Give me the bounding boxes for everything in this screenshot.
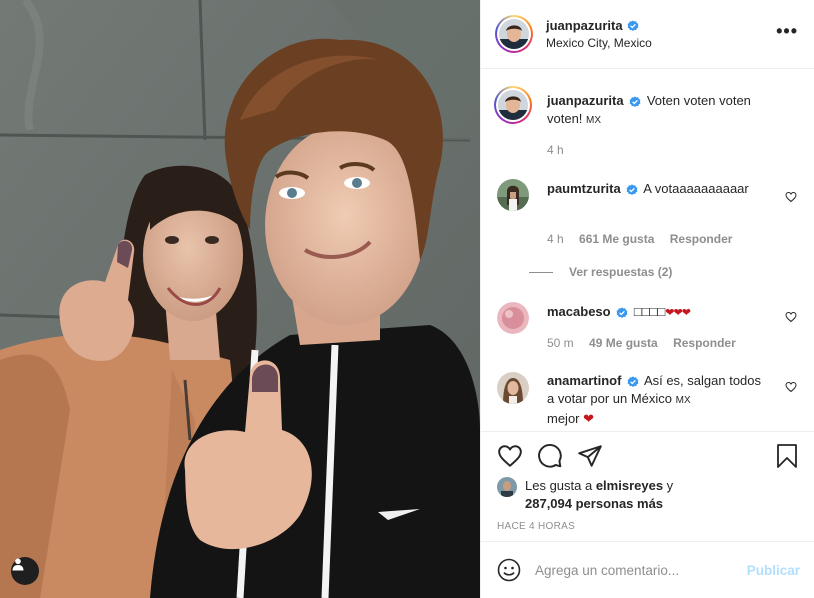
comment-text: anamartinof Así es, salgan todos a votar… bbox=[547, 372, 769, 428]
mexico-flag-icon: MX bbox=[675, 395, 691, 406]
add-comment-bar: Agrega un comentario... Publicar bbox=[481, 541, 814, 598]
add-comment-input[interactable]: Agrega un comentario... bbox=[535, 563, 679, 578]
likes-count[interactable]: 287,094 personas más bbox=[525, 496, 663, 511]
caption-time[interactable]: 4 h bbox=[547, 143, 564, 157]
comment-username[interactable]: paumtzurita bbox=[547, 181, 621, 196]
comment-body: □□□□ bbox=[633, 304, 666, 319]
caption-text: juanpazurita Voten voten voten voten! MX bbox=[547, 92, 787, 130]
tagged-users-button[interactable] bbox=[11, 557, 39, 585]
comments-list: juanpazurita Voten voten voten voten! MX… bbox=[481, 70, 814, 432]
caption-meta: 4 h bbox=[547, 143, 576, 157]
comment-body-end: mejor bbox=[547, 411, 584, 426]
comment-time[interactable]: 4 h bbox=[547, 232, 564, 246]
like-comment-heart-icon[interactable] bbox=[785, 191, 797, 203]
likes-conjunction: y bbox=[663, 478, 674, 493]
hearts-emoji: ❤❤❤ bbox=[665, 307, 691, 319]
liker-avatar[interactable] bbox=[497, 477, 517, 497]
author-username[interactable]: juanpazurita bbox=[546, 18, 623, 33]
comment-meta: 4 h 661 Me gusta Responder bbox=[547, 232, 744, 246]
verified-badge-icon bbox=[629, 95, 641, 107]
commenter-avatar-image bbox=[497, 179, 529, 211]
view-replies-label: Ver respuestas (2) bbox=[569, 265, 673, 279]
author-username-row: juanpazurita bbox=[546, 18, 639, 33]
commenter-avatar-image bbox=[497, 302, 529, 334]
post-header: juanpazurita Mexico City, Mexico ••• bbox=[481, 0, 814, 69]
like-comment-heart-icon[interactable] bbox=[785, 381, 797, 393]
reply-button[interactable]: Responder bbox=[670, 232, 733, 246]
user-icon bbox=[12, 558, 24, 571]
caption-avatar[interactable] bbox=[494, 86, 532, 124]
comment-username[interactable]: anamartinof bbox=[547, 373, 621, 388]
likes-prefix: Les gusta a bbox=[525, 478, 596, 493]
view-replies-button[interactable]: Ver respuestas (2) bbox=[529, 265, 672, 279]
save-bookmark-icon[interactable] bbox=[775, 443, 799, 469]
like-heart-icon[interactable] bbox=[497, 443, 523, 469]
author-avatar-image bbox=[499, 19, 529, 49]
post-timestamp[interactable]: HACE 4 HORAS bbox=[497, 521, 575, 532]
post-photo[interactable] bbox=[0, 0, 480, 598]
caption-username[interactable]: juanpazurita bbox=[547, 93, 624, 108]
verified-badge-icon bbox=[627, 375, 639, 387]
more-options-button[interactable]: ••• bbox=[776, 22, 798, 40]
verified-badge-icon bbox=[616, 306, 628, 318]
replies-divider bbox=[529, 271, 553, 273]
comment-time[interactable]: 50 m bbox=[547, 336, 574, 350]
commenter-avatar-image bbox=[497, 372, 529, 404]
likes-summary: Les gusta a elmisreyes y 287,094 persona… bbox=[497, 477, 673, 513]
liker-username[interactable]: elmisreyes bbox=[596, 478, 663, 493]
commenter-avatar[interactable] bbox=[497, 302, 529, 334]
post-actions: Les gusta a elmisreyes y 287,094 persona… bbox=[481, 431, 814, 541]
post-location[interactable]: Mexico City, Mexico bbox=[546, 36, 652, 50]
verified-badge-icon bbox=[627, 19, 638, 31]
commenter-avatar[interactable] bbox=[497, 372, 529, 404]
comment-text: macabeso □□□□❤❤❤ bbox=[547, 303, 769, 322]
like-comment-heart-icon[interactable] bbox=[785, 311, 797, 323]
mexico-flag-icon: MX bbox=[586, 115, 602, 126]
author-avatar[interactable] bbox=[495, 15, 533, 53]
commenter-avatar[interactable] bbox=[497, 179, 529, 211]
post-side-panel: juanpazurita Mexico City, Mexico ••• jua… bbox=[480, 0, 814, 598]
liker-avatar-image bbox=[497, 477, 517, 497]
publish-button[interactable]: Publicar bbox=[747, 563, 800, 578]
comment-text: paumtzurita A votaaaaaaaaaar bbox=[547, 180, 769, 198]
likes-text: Les gusta a elmisreyes y 287,094 persona… bbox=[525, 477, 673, 513]
share-paper-plane-icon[interactable] bbox=[577, 443, 603, 469]
comment-username[interactable]: macabeso bbox=[547, 304, 611, 319]
verified-badge-icon bbox=[626, 183, 638, 195]
heart-emoji: ❤ bbox=[583, 411, 595, 426]
comment-likes[interactable]: 49 Me gusta bbox=[589, 336, 658, 350]
caption-avatar-image bbox=[498, 90, 528, 120]
comment-body: A votaaaaaaaaaar bbox=[643, 181, 749, 196]
comment-bubble-icon[interactable] bbox=[537, 443, 563, 469]
post-viewer: juanpazurita Mexico City, Mexico ••• jua… bbox=[0, 0, 814, 598]
comment-meta: 50 m 49 Me gusta Responder bbox=[547, 336, 748, 350]
selfie-illustration bbox=[0, 0, 480, 598]
comment-likes[interactable]: 661 Me gusta bbox=[579, 232, 654, 246]
reply-button[interactable]: Responder bbox=[673, 336, 736, 350]
emoji-smiley-icon[interactable] bbox=[497, 558, 521, 582]
